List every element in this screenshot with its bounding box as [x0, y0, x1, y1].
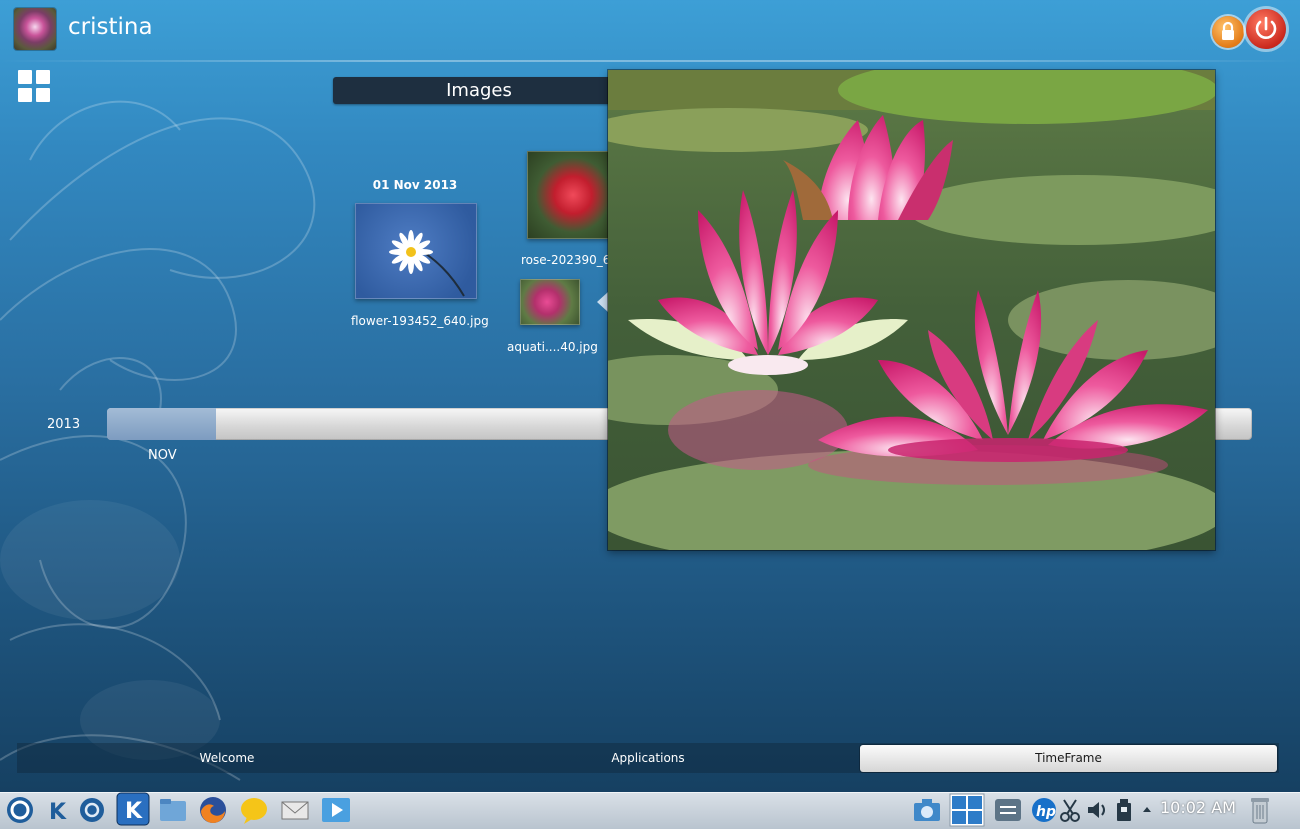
thumbnail-flower[interactable]: [355, 203, 477, 299]
scissors-icon[interactable]: [1058, 795, 1082, 825]
hp-icon[interactable]: hp: [1028, 795, 1060, 825]
timeline-year: 2013: [47, 417, 81, 432]
file-manager-icon[interactable]: [157, 795, 189, 825]
top-bar: [0, 0, 1300, 60]
camera-icon[interactable]: [911, 795, 943, 825]
lock-button[interactable]: [1212, 16, 1244, 48]
lock-icon: [1222, 21, 1234, 40]
timeline-month: NOV: [148, 448, 177, 463]
chat-icon[interactable]: [238, 795, 270, 825]
volume-icon[interactable]: [1085, 795, 1109, 825]
preview-pointer: [597, 292, 608, 312]
date-label: 01 Nov 2013: [372, 178, 458, 192]
kde-start-icon[interactable]: [4, 795, 36, 825]
water-lily-photo: [608, 70, 1215, 550]
firefox-icon[interactable]: [197, 795, 229, 825]
power-button[interactable]: [1246, 9, 1286, 49]
network-icon[interactable]: [992, 795, 1024, 825]
timeline-range-fill[interactable]: [107, 408, 216, 440]
image-preview[interactable]: [608, 70, 1215, 550]
thumbnail-rose[interactable]: [527, 151, 611, 239]
clock[interactable]: 10:02 AM: [1160, 798, 1236, 817]
avatar[interactable]: [14, 8, 56, 50]
k-logo-icon[interactable]: K: [40, 795, 72, 825]
power-icon: [1255, 16, 1277, 39]
media-player-icon[interactable]: [320, 795, 352, 825]
svg-text:K: K: [125, 799, 143, 824]
mail-icon[interactable]: [279, 795, 311, 825]
file-label-rose: rose-202390_64: [521, 253, 619, 267]
arrow-up-icon[interactable]: [1140, 795, 1154, 825]
file-label-flower: flower-193452_640.jpg: [351, 314, 489, 328]
images-title: Images: [446, 80, 512, 101]
images-header: Images: [333, 77, 623, 104]
username: cristina: [68, 14, 153, 40]
tab-timeframe[interactable]: TimeFrame: [860, 745, 1277, 772]
svg-text:hp: hp: [1036, 804, 1056, 820]
thumbnail-aquatic[interactable]: [520, 279, 580, 325]
file-label-aquatic: aquati....40.jpg: [507, 340, 598, 354]
svg-text:K: K: [49, 800, 67, 825]
tab-applications[interactable]: Applications: [437, 745, 859, 772]
daisy-image: [389, 230, 465, 297]
usb-icon[interactable]: [1112, 795, 1136, 825]
desktop-grid-icon[interactable]: [949, 793, 985, 827]
grid-icon[interactable]: [18, 70, 50, 102]
kde-circle-icon[interactable]: [76, 795, 108, 825]
top-divider: [0, 60, 1300, 62]
tab-welcome[interactable]: Welcome: [17, 745, 437, 772]
kde-settings-icon[interactable]: K: [115, 791, 151, 827]
trash-icon[interactable]: [1244, 795, 1276, 825]
